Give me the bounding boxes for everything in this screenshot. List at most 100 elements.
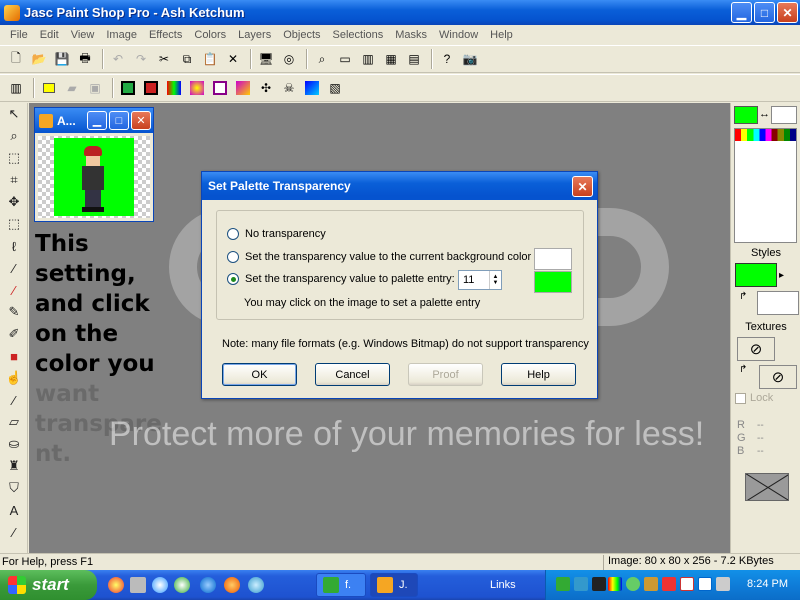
deform-tool-icon[interactable]: ⬚ — [2, 147, 26, 169]
text-tool-icon[interactable]: A — [2, 499, 26, 521]
lock-checkbox[interactable] — [735, 392, 746, 404]
browse-icon[interactable]: ◎ — [279, 49, 299, 69]
effect5-icon[interactable] — [210, 78, 230, 98]
menu-effects[interactable]: Effects — [143, 29, 188, 41]
overview-icon[interactable]: ▭ — [335, 49, 355, 69]
tray-icon-5[interactable] — [626, 577, 640, 591]
quicklaunch-firefox2-icon[interactable] — [224, 577, 240, 593]
quicklaunch-messenger-icon[interactable] — [152, 577, 168, 593]
ok-button[interactable]: OK — [222, 363, 297, 386]
option-palette-entry[interactable]: Set the transparency value to palette en… — [227, 273, 455, 285]
image-window[interactable]: A... ▁ □ ✕ — [34, 107, 154, 222]
color-replacer-icon[interactable]: ■ — [2, 345, 26, 367]
close-button[interactable]: ✕ — [777, 2, 798, 23]
print-icon[interactable]: 🖶 — [75, 49, 95, 69]
effect10-icon[interactable]: ▧ — [325, 78, 345, 98]
browser-icon[interactable]: ▥ — [6, 78, 26, 98]
radio-background-color[interactable] — [227, 251, 239, 263]
paintbrush-icon[interactable]: ✎ — [2, 301, 26, 323]
image-minimize-button[interactable]: ▁ — [87, 111, 107, 130]
menu-selections[interactable]: Selections — [327, 29, 390, 41]
menu-view[interactable]: View — [65, 29, 101, 41]
tray-icon-9[interactable] — [698, 577, 712, 591]
clone-brush-icon[interactable]: ✐ — [2, 323, 26, 345]
mover-tool-icon[interactable]: ✥ — [2, 191, 26, 213]
menu-masks[interactable]: Masks — [389, 29, 433, 41]
links-toolbar[interactable]: Links — [490, 579, 516, 591]
flood-fill-icon[interactable]: ⛉ — [2, 477, 26, 499]
context-help-icon[interactable]: ? — [437, 49, 457, 69]
task-button-1[interactable]: f. — [316, 573, 366, 597]
effect9-icon[interactable] — [302, 78, 322, 98]
draw-tool-icon[interactable]: ∕ — [2, 521, 26, 543]
minimize-button[interactable]: ▁ — [731, 2, 752, 23]
dialog-close-button[interactable]: ✕ — [572, 176, 593, 197]
radio-palette-entry[interactable] — [227, 273, 239, 285]
undo-icon[interactable]: ↶ — [108, 49, 128, 69]
quicklaunch-desktop-icon[interactable] — [130, 577, 146, 593]
freehand-tool-icon[interactable]: ℓ — [2, 235, 26, 257]
option-no-transparency[interactable]: No transparency — [227, 228, 326, 240]
volume-icon[interactable] — [716, 577, 730, 591]
open-icon[interactable]: 📂 — [29, 49, 49, 69]
delete-icon[interactable]: ✕ — [223, 49, 243, 69]
menu-edit[interactable]: Edit — [34, 29, 65, 41]
layer-palette-icon[interactable]: ▦ — [381, 49, 401, 69]
tray-icon-6[interactable] — [644, 577, 658, 591]
foreground-texture-none-icon[interactable]: ⊘ — [737, 337, 775, 361]
start-button[interactable]: start — [0, 570, 97, 600]
swap-colors-icon[interactable]: ↔ — [759, 108, 770, 120]
effect7-icon[interactable]: ✣ — [256, 78, 276, 98]
arrow-tool-icon[interactable]: ↖ — [2, 103, 26, 125]
tray-icon-1[interactable] — [556, 577, 570, 591]
available-colors[interactable] — [734, 128, 797, 243]
quicklaunch-globe-icon[interactable] — [174, 577, 190, 593]
paste-icon[interactable]: 📋 — [200, 49, 220, 69]
background-color[interactable] — [771, 106, 797, 124]
eraser-icon[interactable]: ▱ — [2, 411, 26, 433]
selection-tool-icon[interactable]: ⬚ — [2, 213, 26, 235]
redo-icon[interactable]: ↷ — [131, 49, 151, 69]
scratch-remover-icon[interactable]: ⁄ — [2, 389, 26, 411]
menu-window[interactable]: Window — [433, 29, 484, 41]
tray-icon-3[interactable] — [592, 577, 606, 591]
foreground-style-swatch[interactable] — [735, 263, 777, 287]
zoom-icon[interactable]: ⌕ — [312, 49, 332, 69]
tool-options-icon[interactable]: ▤ — [404, 49, 424, 69]
help-button[interactable]: Help — [501, 363, 576, 386]
histogram-icon[interactable]: ▥ — [358, 49, 378, 69]
shape2-icon[interactable]: ▣ — [85, 78, 105, 98]
full-screen-icon[interactable]: 🖥 — [256, 49, 276, 69]
image-maximize-button[interactable]: □ — [109, 111, 129, 130]
cut-icon[interactable]: ✂ — [154, 49, 174, 69]
retouch-icon[interactable]: ☝ — [2, 367, 26, 389]
menu-file[interactable]: File — [4, 29, 34, 41]
quicklaunch-firefox-icon[interactable] — [108, 577, 124, 593]
airbrush-icon[interactable]: ♜ — [2, 455, 26, 477]
menu-help[interactable]: Help — [484, 29, 519, 41]
cancel-button[interactable]: Cancel — [315, 363, 390, 386]
effect6-icon[interactable] — [233, 78, 253, 98]
picture-tube-icon[interactable]: ⛀ — [2, 433, 26, 455]
swap-textures-icon[interactable]: ↱ — [739, 364, 747, 375]
option-background-color[interactable]: Set the transparency value to the curren… — [227, 251, 531, 263]
copy-icon[interactable]: ⧉ — [177, 49, 197, 69]
effect2-icon[interactable] — [141, 78, 161, 98]
selection-icon[interactable] — [39, 78, 59, 98]
dropper-tool-icon[interactable]: ⁄ — [2, 279, 26, 301]
image-canvas[interactable] — [38, 136, 150, 218]
effect3-icon[interactable] — [164, 78, 184, 98]
style-dropdown-icon[interactable]: ▸ — [779, 270, 784, 281]
background-style-swatch[interactable] — [757, 291, 799, 315]
new-icon[interactable]: 🗋 — [6, 49, 26, 69]
effect1-icon[interactable] — [118, 78, 138, 98]
menu-objects[interactable]: Objects — [277, 29, 326, 41]
effect4-icon[interactable] — [187, 78, 207, 98]
tray-icon-2[interactable] — [574, 577, 588, 591]
menu-image[interactable]: Image — [100, 29, 143, 41]
camera-icon[interactable]: 📷 — [460, 49, 480, 69]
tray-icon-8[interactable] — [680, 577, 694, 591]
maximize-button[interactable]: □ — [754, 2, 775, 23]
menu-colors[interactable]: Colors — [188, 29, 232, 41]
quicklaunch-ie-icon[interactable] — [200, 577, 216, 593]
